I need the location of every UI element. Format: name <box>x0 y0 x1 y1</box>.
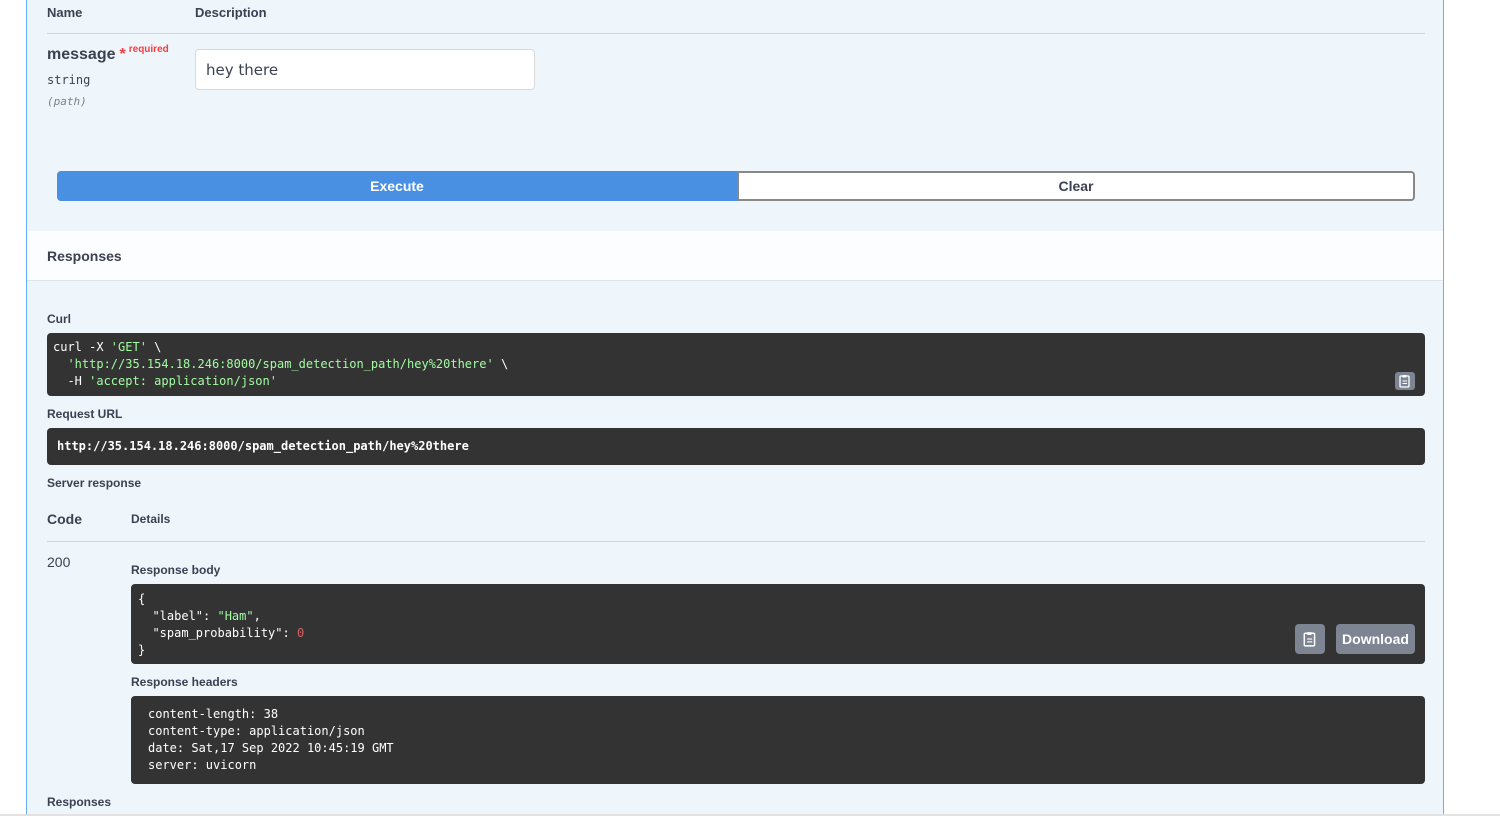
request-url-label: Request URL <box>47 407 123 421</box>
curl-label: Curl <box>47 312 71 326</box>
responses-title: Responses <box>47 248 122 264</box>
responses-bottom-label: Responses <box>47 795 112 809</box>
header-line: server: uvicorn <box>148 758 257 772</box>
operation-panel: Name Description message * required string… <box>26 0 1444 816</box>
status-code: 200 <box>47 554 71 570</box>
curl-method: 'GET' <box>110 340 147 354</box>
json-key-label: "label" <box>152 609 204 623</box>
clipboard-icon <box>1303 632 1316 647</box>
code-column-header: Code <box>47 511 82 527</box>
header-divider <box>47 33 1425 34</box>
curl-header: 'accept: application/json' <box>89 374 277 388</box>
param-name: message * required <box>47 44 169 64</box>
curl-url: 'http://35.154.18.246:8000/spam_detectio… <box>67 357 494 371</box>
json-val-spam-probability: 0 <box>296 626 305 640</box>
header-line: date: Sat,17 Sep 2022 10:45:19 GMT <box>148 741 394 755</box>
json-open: { <box>138 592 146 606</box>
json-key-spam-probability: "spam_probability" <box>152 626 283 640</box>
response-table-divider <box>47 541 1425 542</box>
curl-cont-2: \ <box>493 357 509 371</box>
curl-cont-1: \ <box>146 340 162 354</box>
curl-cmd: curl -X <box>53 340 111 354</box>
response-body-block: { "label": "Ham", "spam_probability": 0 … <box>131 584 1425 664</box>
execute-button[interactable]: Execute <box>57 171 737 201</box>
copy-response-button[interactable] <box>1295 624 1325 654</box>
message-input[interactable] <box>195 49 535 90</box>
request-url-value: http://35.154.18.246:8000/spam_detection… <box>47 428 1425 465</box>
header-line: content-type: application/json <box>148 724 365 738</box>
required-label: required <box>128 44 169 55</box>
responses-section-header: Responses <box>27 231 1443 281</box>
curl-flag: -H <box>53 374 90 388</box>
download-button[interactable]: Download <box>1336 624 1415 654</box>
header-line: content-length: 38 <box>148 707 279 721</box>
param-location: (path) <box>47 95 87 108</box>
response-headers-label: Response headers <box>131 675 238 689</box>
json-close: } <box>138 643 146 657</box>
response-headers-block: content-length: 38 content-type: applicat… <box>131 696 1425 784</box>
copy-curl-button[interactable] <box>1395 372 1415 390</box>
curl-code-block: curl -X 'GET' \ 'http://35.154.18.246:80… <box>47 333 1425 396</box>
param-name-text: message <box>47 46 116 63</box>
clipboard-icon <box>1399 375 1410 388</box>
param-type: string <box>47 73 91 87</box>
json-val-label: "Ham" <box>217 609 254 623</box>
server-response-label: Server response <box>47 476 142 490</box>
response-body-label: Response body <box>131 563 221 577</box>
param-header-name: Name <box>47 5 83 20</box>
required-star: * <box>119 46 126 63</box>
details-column-header: Details <box>131 512 171 526</box>
param-header-description: Description <box>195 5 267 20</box>
clear-button[interactable]: Clear <box>737 171 1415 201</box>
